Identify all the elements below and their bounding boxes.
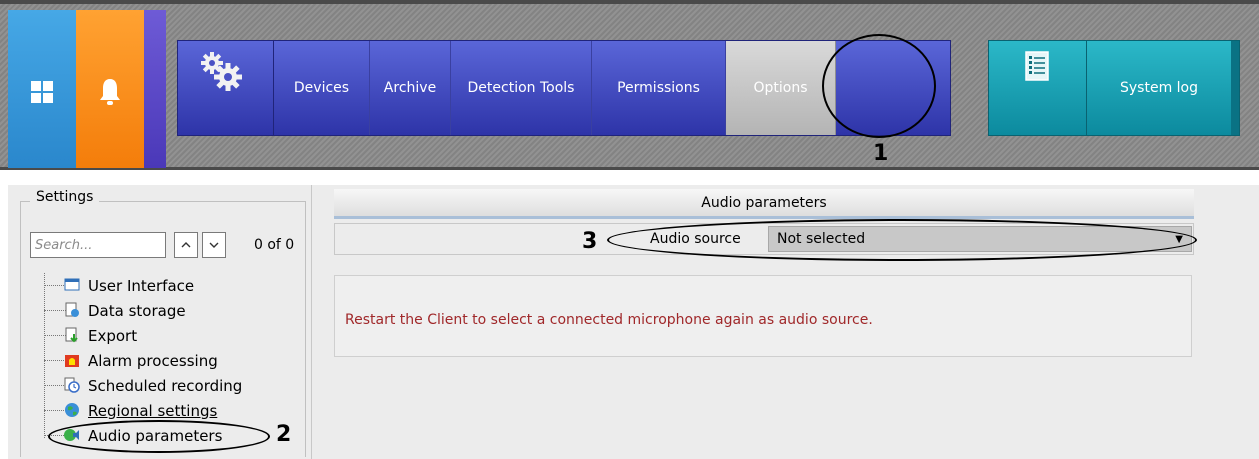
tree-label: User Interface (88, 276, 195, 295)
nav-system-log[interactable]: System log (1087, 41, 1239, 135)
nav-permissions[interactable]: Permissions (592, 41, 726, 135)
audio-parameters-panel: Audio parameters Audio source Not select… (312, 185, 1259, 459)
audio-source-value: Not selected (777, 231, 866, 247)
checklist-icon (1025, 51, 1049, 81)
gears-icon (201, 52, 242, 91)
search-result-count: 0 of 0 (254, 237, 295, 253)
search-input[interactable] (30, 232, 166, 258)
audio-icon (64, 429, 79, 441)
alarm-icon (65, 355, 79, 367)
callout-number-2: 2 (276, 422, 292, 447)
search-prev-button[interactable] (174, 232, 198, 258)
tree-item-export[interactable]: Export (30, 323, 310, 348)
alarm-tile[interactable] (76, 10, 144, 168)
tree-item-regional-settings[interactable]: Regional settings (30, 398, 310, 423)
settings-panel: Settings 0 of 0 User Interface Data stor… (8, 185, 312, 459)
window-icon (64, 278, 80, 291)
nav-detection-tools[interactable]: Detection Tools (451, 41, 592, 135)
tree-item-alarm-processing[interactable]: Alarm processing (30, 348, 310, 373)
chevron-up-icon (181, 242, 191, 248)
nav-devices[interactable]: Devices (274, 41, 370, 135)
tree-item-scheduled-recording[interactable]: Scheduled recording (30, 373, 310, 398)
top-toolbar: Devices Archive Detection Tools Permissi… (0, 0, 1259, 170)
dropdown-caret-icon: ▼ (1175, 234, 1183, 245)
storage-icon (65, 302, 79, 317)
restart-warning-text: Restart the Client to select a connected… (345, 312, 873, 328)
purple-tile (144, 10, 166, 168)
callout-number-1: 1 (873, 141, 889, 166)
export-icon (65, 327, 78, 343)
tree-label: Audio parameters (88, 426, 223, 445)
tree-label: Data storage (88, 301, 186, 320)
tree-item-data-storage[interactable]: Data storage (30, 298, 310, 323)
nav-archive[interactable]: Archive (370, 41, 451, 135)
audio-parameters-header: Audio parameters (334, 189, 1194, 219)
bell-icon (100, 79, 120, 105)
tree-label: Alarm processing (88, 351, 218, 370)
tree-item-audio-parameters[interactable]: Audio parameters (30, 423, 310, 448)
message-box: Restart the Client to select a connected… (334, 275, 1192, 357)
nav-end-cap (836, 41, 850, 135)
main-nav: Devices Archive Detection Tools Permissi… (177, 40, 951, 136)
callout-number-3: 3 (582, 229, 598, 254)
globe-icon (65, 403, 79, 417)
tree-item-user-interface[interactable]: User Interface (30, 273, 310, 298)
nav-options[interactable]: Options (726, 41, 836, 135)
windows-tile[interactable] (8, 10, 76, 168)
system-log-group: System log (988, 40, 1240, 136)
log-icon-tile[interactable] (989, 41, 1087, 135)
tree-label: Export (88, 326, 138, 345)
clock-icon (64, 377, 80, 393)
audio-source-select[interactable]: Not selected ▼ (768, 226, 1192, 252)
windows-icon (31, 81, 53, 103)
audio-source-label: Audio source (650, 231, 741, 247)
search-next-button[interactable] (202, 232, 226, 258)
chevron-down-icon (209, 242, 219, 248)
tree-label: Scheduled recording (88, 376, 243, 395)
settings-title: Settings (30, 189, 100, 205)
settings-gear-tile[interactable] (178, 41, 274, 135)
settings-tree: User Interface Data storage Export Alarm… (30, 273, 310, 448)
tree-label: Regional settings (88, 401, 218, 420)
audio-source-row: Audio source Not selected ▼ (334, 223, 1194, 255)
